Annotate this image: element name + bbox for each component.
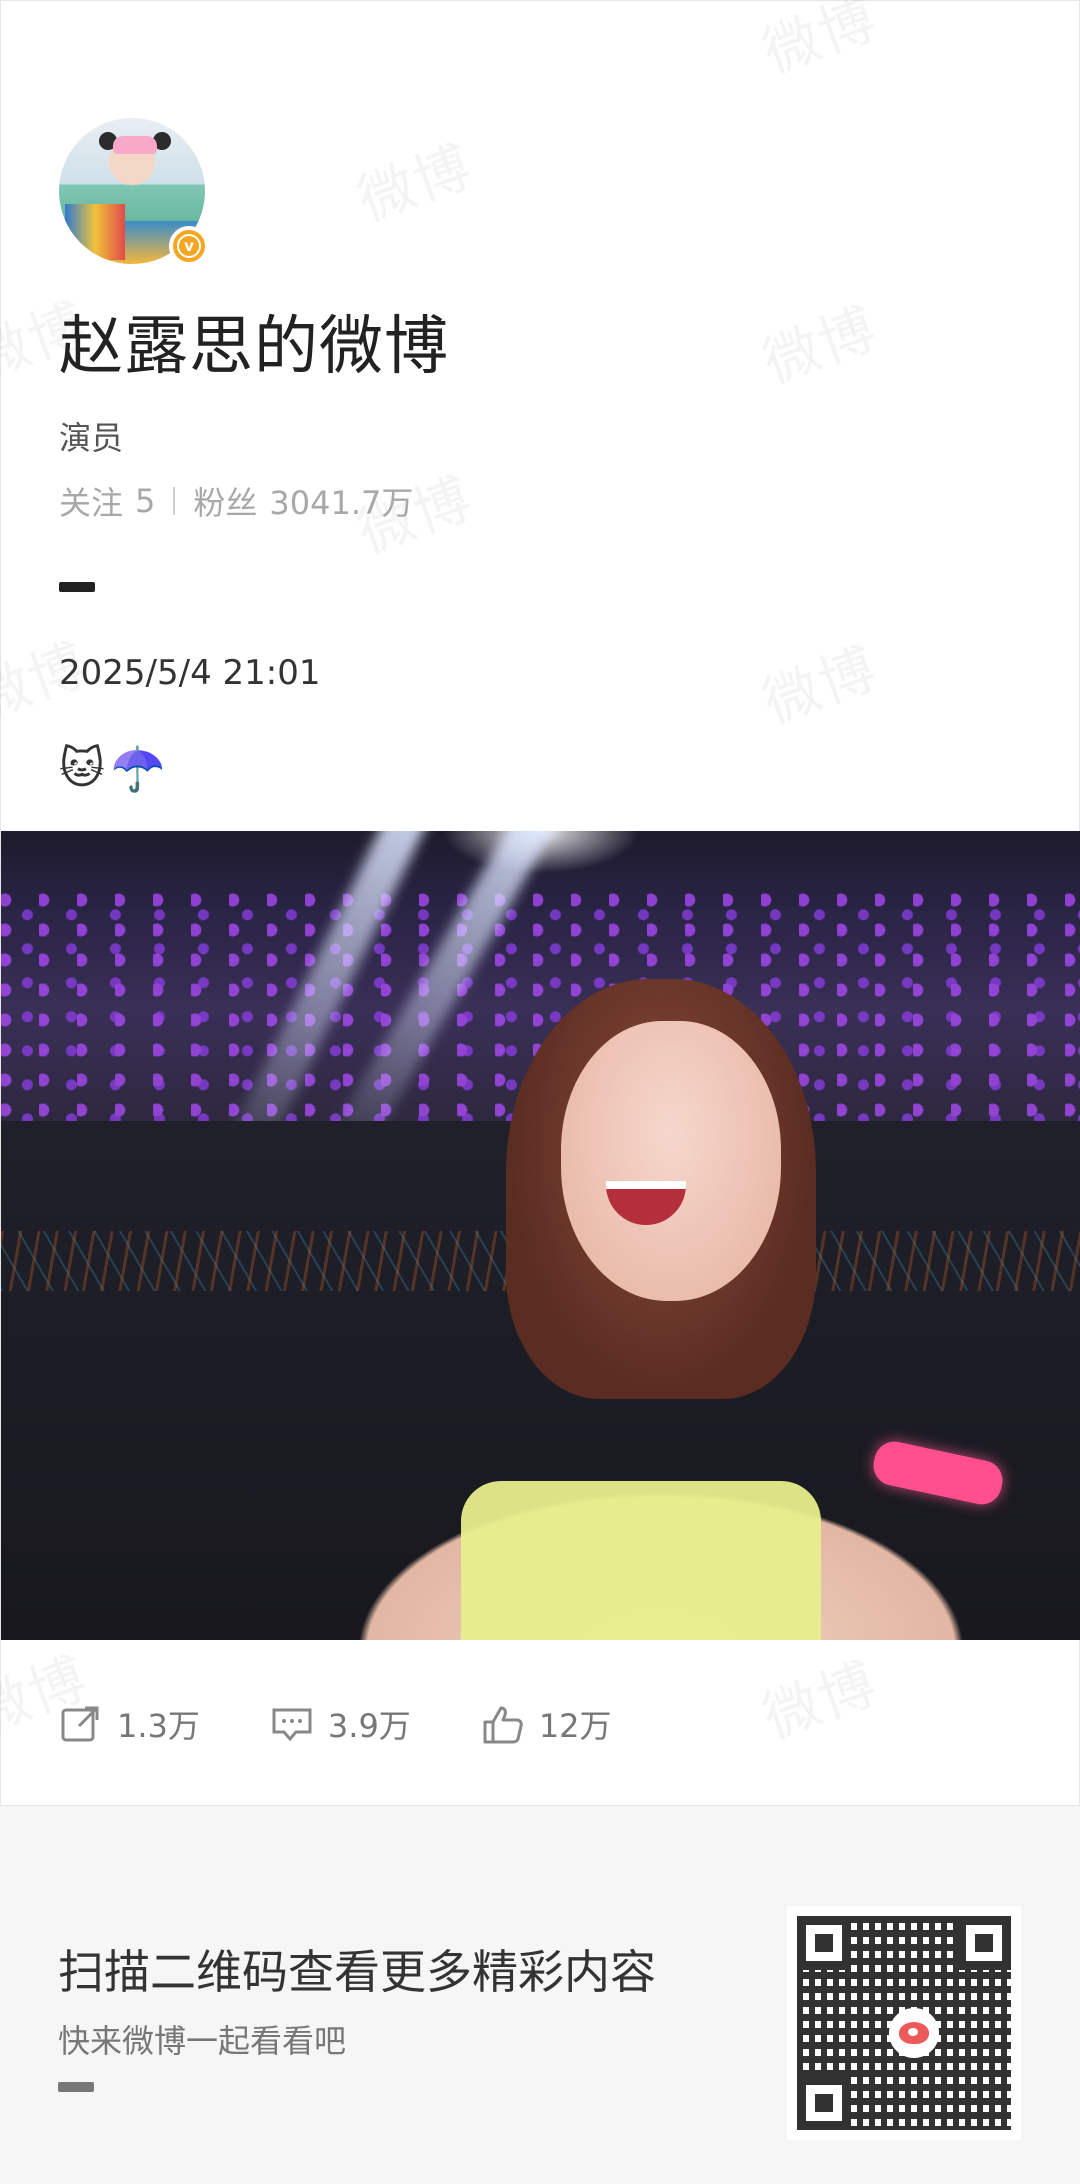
stats-divider — [173, 487, 176, 515]
post-content: 🐱 ☂️ — [59, 743, 166, 795]
weibo-share-card: 微博 微博 微博 微博 微博 微博 微博 微博 微博 v 赵露思的微博 演员 关… — [0, 0, 1080, 1806]
post-actions: 1.3万 3.9万 12万 — [59, 1701, 612, 1747]
qr-subtitle: 快来微博一起看看吧 — [58, 2022, 347, 2060]
umbrella-emoji-icon: ☂️ — [110, 744, 166, 795]
divider-mark — [59, 582, 95, 592]
like-button[interactable]: 12万 — [481, 1701, 612, 1747]
qr-title: 扫描二维码查看更多精彩内容 — [58, 1945, 656, 1999]
qr-finder — [797, 2076, 851, 2130]
footer-mark — [58, 2082, 94, 2092]
profile-role: 演员 — [59, 419, 124, 457]
like-icon — [483, 1706, 523, 1744]
following-count: 5 — [135, 482, 156, 520]
qr-footer: 扫描二维码查看更多精彩内容 快来微博一起看看吧 — [0, 1806, 1080, 2184]
qr-code[interactable] — [787, 1906, 1021, 2140]
person-face — [561, 1021, 781, 1301]
repost-icon — [61, 1706, 99, 1742]
weibo-logo-icon — [889, 2008, 939, 2058]
fans-label: 粉丝 — [193, 484, 258, 522]
repost-button[interactable]: 1.3万 — [59, 1701, 200, 1747]
watermark: 微博 — [751, 0, 888, 89]
like-count: 12万 — [538, 1707, 612, 1745]
qr-finder — [797, 1916, 851, 1970]
comment-button[interactable]: 3.9万 — [270, 1701, 411, 1747]
following-label: 关注 — [59, 484, 124, 522]
profile-stats: 关注 5 粉丝 3041.7万 — [59, 478, 413, 524]
qr-finder — [957, 1916, 1011, 1970]
fans-count: 3041.7万 — [269, 484, 414, 522]
verified-badge-icon: v — [169, 226, 209, 266]
comment-icon — [272, 1708, 312, 1742]
qr-modules — [797, 1916, 1011, 2130]
person-top — [461, 1481, 821, 1640]
watermark: 微博 — [346, 122, 483, 238]
watermark: 微博 — [751, 624, 888, 740]
cat-emoji-icon: 🐱 — [59, 743, 105, 794]
post-image[interactable] — [1, 831, 1080, 1640]
watermark: 微博 — [751, 1639, 888, 1755]
profile-name[interactable]: 赵露思的微博 — [59, 295, 449, 387]
watermark: 微博 — [751, 284, 888, 400]
repost-count: 1.3万 — [117, 1707, 200, 1745]
post-date: 2025/5/4 21:01 — [59, 653, 321, 693]
comment-count: 3.9万 — [327, 1707, 411, 1745]
